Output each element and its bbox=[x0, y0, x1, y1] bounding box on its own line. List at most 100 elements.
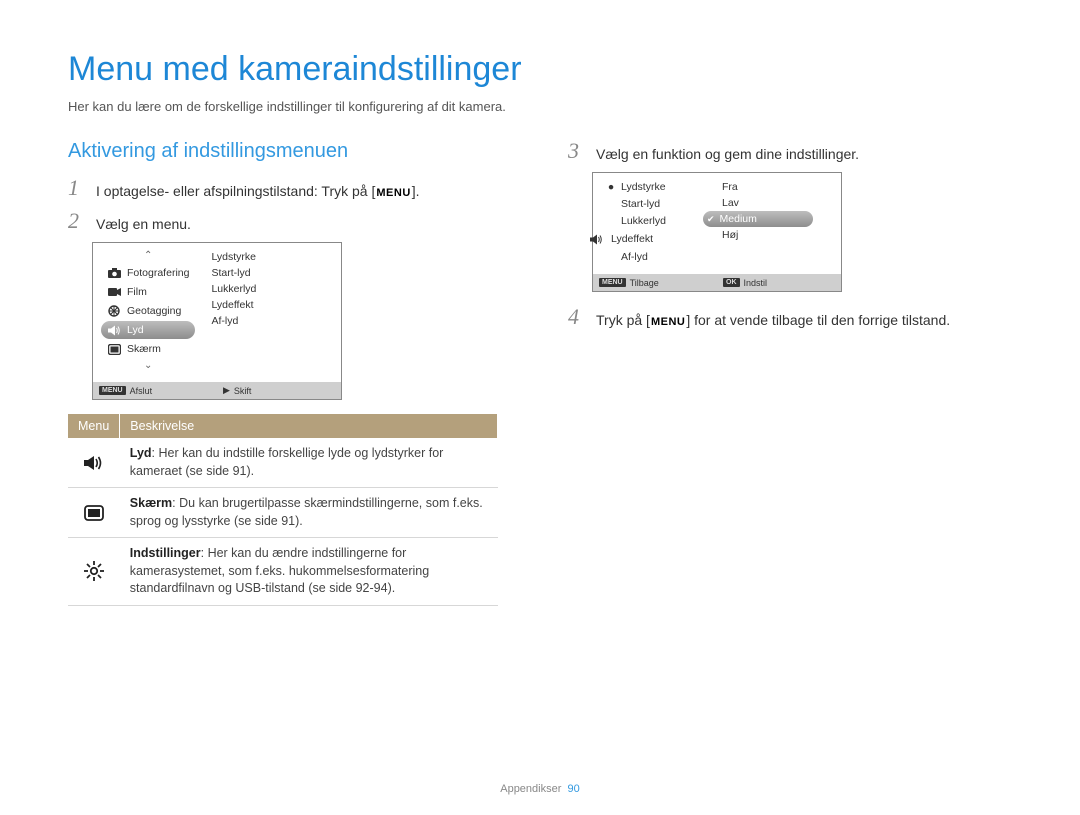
sound-icon bbox=[589, 232, 603, 246]
option-start-lyd[interactable]: Start-lyd bbox=[207, 265, 260, 281]
screen-icon bbox=[68, 488, 120, 538]
camera-icon bbox=[107, 266, 121, 280]
footer-right-label: Indstil bbox=[744, 278, 768, 288]
table-row: Lyd: Her kan du indstille forskellige ly… bbox=[68, 438, 498, 488]
chevron-up-icon: ⌃ bbox=[144, 251, 152, 261]
menu-description-table: Menu Beskrivelse Lyd: Her kan du indstil… bbox=[68, 414, 498, 606]
setting-lydstyrke[interactable]: ●Lydstyrke bbox=[601, 179, 691, 195]
page-subtitle: Her kan du lære om de forskellige indsti… bbox=[68, 99, 1012, 114]
value-label: Fra bbox=[722, 181, 738, 193]
content-columns: Aktivering af indstillingsmenuen 1 I opt… bbox=[68, 140, 1012, 606]
table-cell-desc: Indstillinger: Her kan du ændre indstill… bbox=[120, 538, 498, 606]
menu-option-list: Lydstyrke Start-lyd Lukkerlyd Lydeffekt … bbox=[207, 249, 260, 374]
menu-item-fotografering[interactable]: Fotografering bbox=[101, 264, 195, 282]
menu-item-label: Geotagging bbox=[127, 305, 181, 317]
option-af-lyd[interactable]: Af-lyd bbox=[207, 313, 260, 329]
menu-item-label: Fotografering bbox=[127, 267, 189, 279]
step-1-after: ]. bbox=[412, 183, 420, 199]
setting-lukkerlyd[interactable]: Lukkerlyd bbox=[601, 213, 691, 229]
footer-left: MENU Afslut bbox=[93, 382, 217, 399]
menu-item-skaerm[interactable]: Skærm bbox=[101, 340, 195, 358]
value-label: Medium bbox=[720, 213, 757, 225]
setting-af-lyd[interactable]: Af-lyd bbox=[601, 249, 691, 265]
menu-item-label: Film bbox=[127, 286, 147, 298]
step-text: Vælg en menu. bbox=[96, 210, 191, 234]
row-text: : Du kan brugertilpasse skærmindstilling… bbox=[130, 496, 483, 528]
step-3: 3 Vælg en funktion og gem dine indstilli… bbox=[568, 140, 1008, 164]
value-fra[interactable]: Fra bbox=[703, 179, 813, 195]
step-text: Tryk på [MENU] for at vende tilbage til … bbox=[596, 306, 950, 331]
value-hoj[interactable]: Høj bbox=[703, 227, 813, 243]
menu-tag: MENU bbox=[599, 278, 626, 287]
option-label: Lydeffekt bbox=[211, 299, 253, 311]
step-4-after: ] for at vende tilbage til den forrige t… bbox=[686, 312, 950, 328]
screen-icon bbox=[107, 342, 121, 356]
setting-start-lyd[interactable]: Start-lyd bbox=[601, 196, 691, 212]
section-heading: Aktivering af indstillingsmenuen bbox=[68, 140, 508, 163]
menu-item-geotagging[interactable]: Geotagging bbox=[101, 302, 195, 320]
setting-lydeffekt[interactable]: Lydeffekt bbox=[601, 230, 691, 248]
menu-item-label: Lyd bbox=[127, 324, 144, 336]
camera-screen-volume: ●Lydstyrke Start-lyd Lukkerlyd Lydeffekt… bbox=[592, 172, 842, 292]
menu-button-label: MENU bbox=[375, 186, 411, 202]
step-4: 4 Tryk på [MENU] for at vende tilbage ti… bbox=[568, 306, 1008, 331]
menu-button-label: MENU bbox=[650, 315, 686, 331]
footer-right: ▶ Skift bbox=[217, 382, 341, 399]
option-label: Start-lyd bbox=[211, 267, 250, 279]
step-text: Vælg en funktion og gem dine indstilling… bbox=[596, 140, 859, 164]
step-4-before: Tryk på [ bbox=[596, 312, 650, 328]
sound-icon bbox=[107, 323, 121, 337]
bullet-icon: ● bbox=[607, 181, 615, 193]
step-1-before: I optagelse- eller afspilningstilstand: … bbox=[96, 183, 375, 199]
table-cell-desc: Skærm: Du kan brugertilpasse skærmindsti… bbox=[120, 488, 498, 538]
screen-footer: MENU Tilbage OK Indstil bbox=[593, 274, 841, 291]
ok-tag: OK bbox=[723, 278, 740, 287]
play-icon: ▶ bbox=[223, 385, 230, 396]
row-bold: Indstillinger bbox=[130, 546, 201, 560]
menu-category-list: ⌃ Fotografering Film bbox=[101, 249, 195, 374]
option-lukkerlyd[interactable]: Lukkerlyd bbox=[207, 281, 260, 297]
step-2: 2 Vælg en menu. bbox=[68, 210, 508, 234]
setting-label: Start-lyd bbox=[621, 198, 660, 210]
footer-section: Appendikser bbox=[500, 783, 561, 795]
menu-item-label: Skærm bbox=[127, 343, 161, 355]
col-header-beskrivelse: Beskrivelse bbox=[120, 414, 498, 438]
step-number: 1 bbox=[68, 177, 86, 199]
option-lydstyrke[interactable]: Lydstyrke bbox=[207, 249, 260, 265]
option-label: Lydstyrke bbox=[211, 251, 256, 263]
step-number: 2 bbox=[68, 210, 86, 232]
option-label: Lukkerlyd bbox=[211, 283, 256, 295]
table-header-row: Menu Beskrivelse bbox=[68, 414, 498, 438]
page-title: Menu med kameraindstillinger bbox=[68, 50, 1012, 89]
screen-footer: MENU Afslut ▶ Skift bbox=[93, 382, 341, 399]
menu-item-lyd[interactable]: Lyd bbox=[101, 321, 195, 339]
page-number: 90 bbox=[568, 783, 580, 795]
table-cell-desc: Lyd: Her kan du indstille forskellige ly… bbox=[120, 438, 498, 488]
step-text: I optagelse- eller afspilningstilstand: … bbox=[96, 177, 420, 202]
footer-right-label: Skift bbox=[234, 386, 252, 396]
footer-right: OK Indstil bbox=[717, 274, 841, 291]
option-label: Af-lyd bbox=[211, 315, 238, 327]
gear-icon bbox=[68, 538, 120, 606]
setting-label: Lydeffekt bbox=[611, 233, 653, 245]
table-row: Skærm: Du kan brugertilpasse skærmindsti… bbox=[68, 488, 498, 538]
setting-label: Af-lyd bbox=[621, 251, 648, 263]
setting-label: Lukkerlyd bbox=[621, 215, 666, 227]
value-list: Fra Lav ✔ Medium Høj bbox=[703, 179, 813, 266]
check-icon: ✔ bbox=[707, 214, 715, 225]
row-bold: Lyd bbox=[130, 446, 152, 460]
value-label: Lav bbox=[722, 197, 739, 209]
step-1: 1 I optagelse- eller afspilningstilstand… bbox=[68, 177, 508, 202]
value-lav[interactable]: Lav bbox=[703, 195, 813, 211]
right-column: 3 Vælg en funktion og gem dine indstilli… bbox=[568, 140, 1008, 606]
footer-left-label: Tilbage bbox=[630, 278, 659, 288]
globe-icon bbox=[107, 304, 121, 318]
row-text: : Her kan du indstille forskellige lyde … bbox=[130, 446, 444, 478]
option-lydeffekt[interactable]: Lydeffekt bbox=[207, 297, 260, 313]
row-bold: Skærm bbox=[130, 496, 172, 510]
menu-item-film[interactable]: Film bbox=[101, 283, 195, 301]
value-medium[interactable]: ✔ Medium bbox=[703, 211, 813, 227]
left-column: Aktivering af indstillingsmenuen 1 I opt… bbox=[68, 140, 508, 606]
col-header-menu: Menu bbox=[68, 414, 120, 438]
page-footer: Appendikser 90 bbox=[0, 783, 1080, 795]
